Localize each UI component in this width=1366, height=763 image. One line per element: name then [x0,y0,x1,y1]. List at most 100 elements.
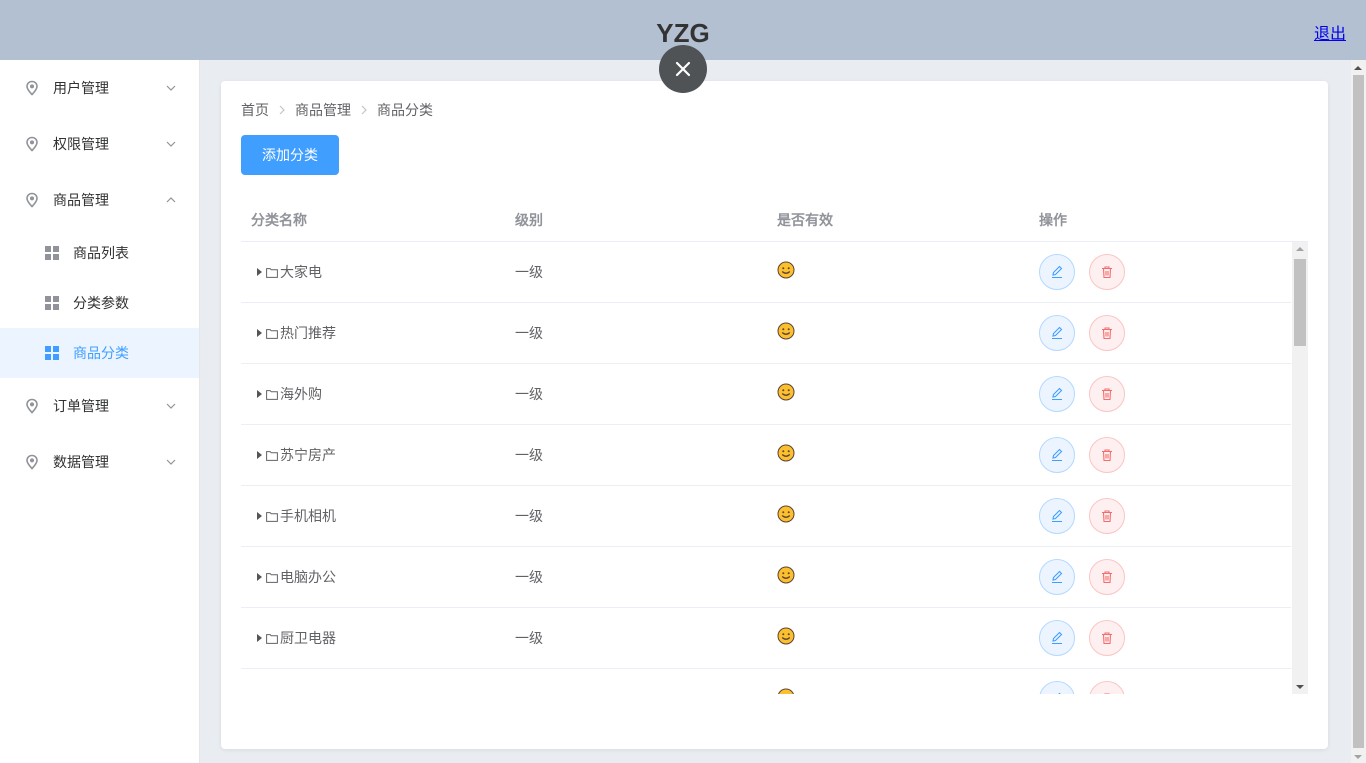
sidebar-item-permissions[interactable]: 权限管理 [0,116,199,172]
breadcrumb: 首页 商品管理 商品分类 [241,100,433,120]
smile-icon [777,627,795,645]
column-header-actions: 操作 [1039,213,1067,229]
category-name: 电脑办公 [280,570,336,586]
expand-caret-icon[interactable] [257,268,262,276]
category-name: 大家电 [280,265,322,281]
breadcrumb-home[interactable]: 首页 [241,100,269,120]
valid-cell [767,627,1029,649]
edit-icon [1052,631,1063,645]
edit-icon [1058,692,1061,694]
logout-link[interactable]: 退出 [1314,20,1346,44]
table-row: 电脑办公 一级 [241,547,1291,608]
sidebar-item-users[interactable]: 用户管理 [0,60,199,116]
location-icon [26,80,38,96]
actions-cell [1029,254,1291,290]
folder-icon [266,694,278,695]
location-icon [26,454,38,470]
table-row: 苏宁房产 一级 [241,425,1291,486]
main-card: 首页 商品管理 商品分类 添加分类 分类名称 级别 是否有效 操作 大家电 一级热… [221,81,1328,749]
expand-caret-icon[interactable] [257,573,262,581]
expand-caret-icon[interactable] [257,634,262,642]
delete-icon [1102,449,1112,462]
category-level: 一级 [515,387,543,403]
edit-button[interactable] [1039,498,1075,534]
sidebar-item-orders[interactable]: 订单管理 [0,378,199,434]
valid-cell [767,261,1029,283]
category-name: 手机相机 [280,509,336,525]
actions-cell [1029,681,1291,694]
sidebar-item-label: 权限管理 [53,137,109,153]
column-header-level: 级别 [515,213,543,229]
page-scrollbar[interactable] [1351,60,1366,763]
add-category-button[interactable]: 添加分类 [241,135,339,175]
table-row: 海外购 一级 [241,364,1291,425]
sidebar-item-label: 订单管理 [53,399,109,415]
valid-cell [767,566,1029,588]
table-scrollbar[interactable] [1292,242,1308,694]
expand-caret-icon[interactable] [257,390,262,398]
chevron-right-icon [360,105,368,115]
breadcrumb-categories: 商品分类 [377,103,433,119]
sidebar-item-label: 商品管理 [53,193,109,209]
delete-icon [1102,388,1112,401]
smile-icon [777,383,795,401]
table-row: 大家电 一级 [241,242,1291,303]
delete-button[interactable] [1089,254,1125,290]
edit-button[interactable] [1039,437,1075,473]
table-row: 厨卫电器 一级 [241,608,1291,669]
category-name-cell: 手机相机 [241,506,505,526]
delete-button[interactable] [1089,437,1125,473]
scroll-up-icon[interactable] [1296,247,1304,251]
sidebar-subitem-category-params[interactable]: 分类参数 [0,278,199,328]
delete-icon [1102,327,1112,340]
chevron-down-icon [166,459,176,465]
delete-icon [1102,510,1112,523]
sidebar-item-goods[interactable]: 商品管理 [0,172,199,228]
grid-icon [45,296,59,310]
folder-icon [266,633,278,644]
sidebar-subitem-goods-categories[interactable]: 商品分类 [0,328,199,378]
delete-button[interactable] [1089,559,1125,595]
scrollbar-thumb[interactable] [1294,259,1306,346]
smile-icon [778,688,794,694]
sidebar-subitem-goods-list[interactable]: 商品列表 [0,228,199,278]
chevron-down-icon [166,403,176,409]
expand-caret-icon[interactable] [257,512,262,520]
edit-button[interactable] [1039,620,1075,656]
scroll-down-icon[interactable] [1296,685,1304,689]
category-level: 一级 [515,509,543,525]
delete-button[interactable] [1089,315,1125,351]
category-level: 一级 [515,265,543,281]
smile-icon [777,505,795,523]
edit-icon [1052,448,1063,462]
sidebar-item-data[interactable]: 数据管理 [0,434,199,490]
sidebar-subitem-label: 分类参数 [73,296,129,312]
delete-button[interactable] [1089,376,1125,412]
valid-cell [767,322,1029,344]
delete-button[interactable] [1089,620,1125,656]
close-button[interactable] [659,45,707,93]
smile-icon [777,322,795,340]
category-name-cell [241,694,505,695]
location-icon [26,398,38,414]
edit-button[interactable] [1039,315,1075,351]
scroll-down-icon[interactable] [1354,755,1362,759]
delete-button[interactable] [1089,681,1125,694]
delete-button[interactable] [1089,498,1125,534]
valid-cell [767,505,1029,527]
category-name: 热门推荐 [280,326,336,342]
edit-button[interactable] [1039,559,1075,595]
edit-button[interactable] [1039,376,1075,412]
category-name: 海外购 [280,387,322,403]
grid-icon [45,246,59,260]
delete-icon [1102,571,1112,584]
category-name-cell: 苏宁房产 [241,445,505,465]
scrollbar-thumb[interactable] [1353,75,1364,748]
edit-button[interactable] [1039,254,1075,290]
actions-cell [1029,559,1291,595]
category-name-cell: 大家电 [241,262,505,282]
expand-caret-icon[interactable] [257,451,262,459]
expand-caret-icon[interactable] [257,329,262,337]
edit-button[interactable] [1039,681,1075,694]
scroll-up-icon[interactable] [1354,66,1362,70]
